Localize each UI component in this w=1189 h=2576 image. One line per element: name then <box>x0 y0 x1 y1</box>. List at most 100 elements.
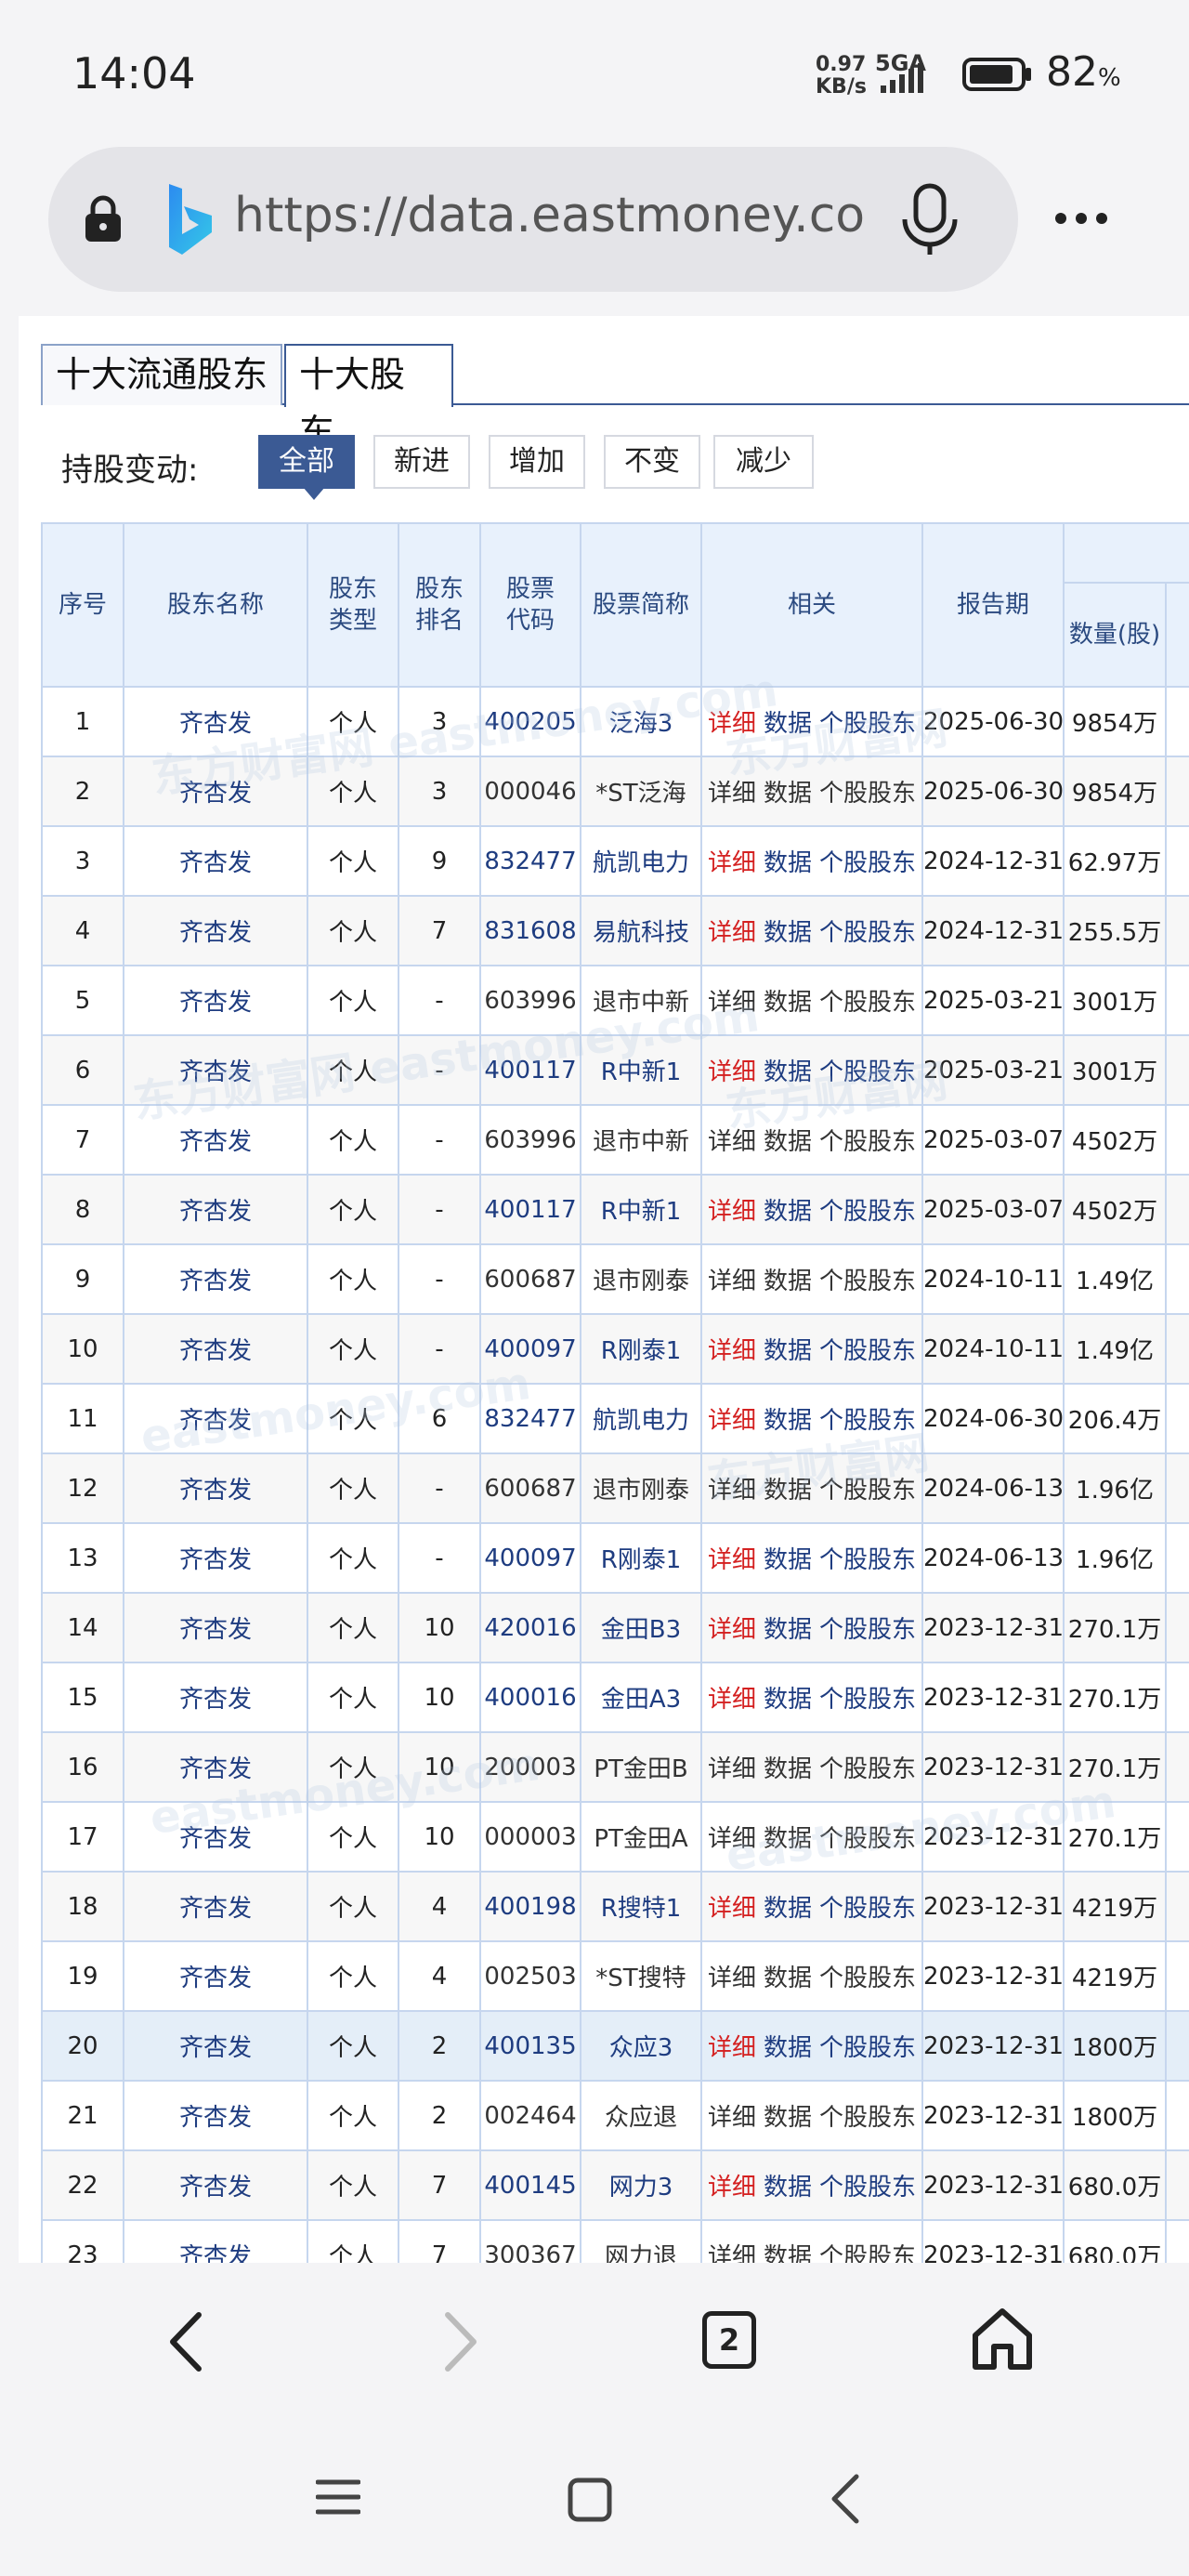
tab-top10-holders[interactable]: 十大股东 <box>284 344 453 453</box>
detail-link[interactable]: 详细 <box>708 1407 756 1435</box>
tab-switcher-button[interactable]: 2 <box>702 2311 756 2369</box>
cell-stock-code[interactable]: 603996 <box>479 965 581 1036</box>
cell-holder-name[interactable]: 齐杏发 <box>123 1034 308 1106</box>
stock-holders-link[interactable]: 个股股东 <box>819 710 916 738</box>
cell-stock-name[interactable]: 众应退 <box>580 2080 702 2151</box>
cell-stock-name[interactable]: 退市中新 <box>580 1104 702 1176</box>
stock-holders-link[interactable]: 个股股东 <box>819 1337 916 1365</box>
cell-stock-code[interactable]: 002503 <box>479 1940 581 2012</box>
cell-holder-name[interactable]: 齐杏发 <box>123 1174 308 1245</box>
data-link[interactable]: 数据 <box>764 1825 812 1853</box>
data-link[interactable]: 数据 <box>764 1407 812 1435</box>
cell-holder-name[interactable]: 齐杏发 <box>123 1383 308 1454</box>
cell-stock-code[interactable]: 400097 <box>479 1522 581 1594</box>
detail-link[interactable]: 详细 <box>708 710 756 738</box>
url-text[interactable]: https://data.eastmoney.co… <box>234 188 866 243</box>
address-bar[interactable]: https://data.eastmoney.co… <box>48 147 1018 292</box>
cell-stock-code[interactable]: 832477 <box>479 825 581 897</box>
cell-stock-name[interactable]: PT金田B <box>580 1731 702 1803</box>
stock-holders-link[interactable]: 个股股东 <box>819 1895 916 1923</box>
cell-stock-name[interactable]: 易航科技 <box>580 895 702 966</box>
cell-stock-code[interactable]: 400135 <box>479 2010 581 2082</box>
detail-link[interactable]: 详细 <box>708 1755 756 1783</box>
stock-holders-link[interactable]: 个股股东 <box>819 2174 916 2201</box>
cell-stock-name[interactable]: 航凯电力 <box>580 825 702 897</box>
cell-stock-name[interactable]: 退市刚泰 <box>580 1452 702 1524</box>
data-link[interactable]: 数据 <box>764 780 812 808</box>
data-link[interactable]: 数据 <box>764 2243 812 2263</box>
data-link[interactable]: 数据 <box>764 2104 812 2132</box>
detail-link[interactable]: 详细 <box>708 1686 756 1714</box>
detail-link[interactable]: 详细 <box>708 1198 756 1226</box>
detail-link[interactable]: 详细 <box>708 1058 756 1086</box>
cell-holder-name[interactable]: 齐杏发 <box>123 1731 308 1803</box>
stock-holders-link[interactable]: 个股股东 <box>819 1825 916 1853</box>
filter-decrease-button[interactable]: 减少 <box>713 435 814 489</box>
cell-holder-name[interactable]: 齐杏发 <box>123 895 308 966</box>
filter-all-button[interactable]: 全部 <box>258 435 355 500</box>
data-link[interactable]: 数据 <box>764 1965 812 1992</box>
stock-holders-link[interactable]: 个股股东 <box>819 1965 916 1992</box>
data-link[interactable]: 数据 <box>764 1755 812 1783</box>
stock-holders-link[interactable]: 个股股东 <box>819 1616 916 1644</box>
stock-holders-link[interactable]: 个股股东 <box>819 2034 916 2062</box>
cell-holder-name[interactable]: 齐杏发 <box>123 2149 308 2221</box>
cell-stock-code[interactable]: 400205 <box>479 686 581 757</box>
cell-holder-name[interactable]: 齐杏发 <box>123 1313 308 1385</box>
data-link[interactable]: 数据 <box>764 1337 812 1365</box>
cell-stock-code[interactable]: 400097 <box>479 1313 581 1385</box>
stock-holders-link[interactable]: 个股股东 <box>819 1268 916 1295</box>
cell-stock-name[interactable]: *ST泛海 <box>580 756 702 827</box>
cell-stock-code[interactable]: 832477 <box>479 1383 581 1454</box>
cell-stock-code[interactable]: 000046 <box>479 756 581 827</box>
cell-stock-name[interactable]: 众应3 <box>580 2010 702 2082</box>
microphone-icon[interactable] <box>897 182 962 256</box>
cell-stock-code[interactable]: 600687 <box>479 1243 581 1315</box>
cell-holder-name[interactable]: 齐杏发 <box>123 1801 308 1873</box>
detail-link[interactable]: 详细 <box>708 1128 756 1156</box>
cell-holder-name[interactable]: 齐杏发 <box>123 1452 308 1524</box>
data-link[interactable]: 数据 <box>764 849 812 877</box>
data-link[interactable]: 数据 <box>764 1198 812 1226</box>
cell-holder-name[interactable]: 齐杏发 <box>123 2080 308 2151</box>
stock-holders-link[interactable]: 个股股东 <box>819 1686 916 1714</box>
home-icon[interactable] <box>970 2306 1035 2372</box>
detail-link[interactable]: 详细 <box>708 1965 756 1992</box>
data-link[interactable]: 数据 <box>764 2034 812 2062</box>
filter-increase-button[interactable]: 增加 <box>489 435 585 489</box>
cell-stock-code[interactable]: 002464 <box>479 2080 581 2151</box>
detail-link[interactable]: 详细 <box>708 849 756 877</box>
cell-stock-code[interactable]: 400198 <box>479 1871 581 1942</box>
stock-holders-link[interactable]: 个股股东 <box>819 2243 916 2263</box>
filter-unchanged-button[interactable]: 不变 <box>604 435 700 489</box>
stock-holders-link[interactable]: 个股股东 <box>819 1407 916 1435</box>
cell-holder-name[interactable]: 齐杏发 <box>123 1592 308 1663</box>
cell-stock-name[interactable]: 金田A3 <box>580 1662 702 1733</box>
cell-stock-name[interactable]: 退市中新 <box>580 965 702 1036</box>
cell-stock-code[interactable]: 831608 <box>479 895 581 966</box>
cell-stock-name[interactable]: 网力退 <box>580 2219 702 2263</box>
cell-stock-name[interactable]: R刚泰1 <box>580 1313 702 1385</box>
cell-stock-name[interactable]: R中新1 <box>580 1034 702 1106</box>
detail-link[interactable]: 详细 <box>708 2034 756 2062</box>
detail-link[interactable]: 详细 <box>708 1616 756 1644</box>
stock-holders-link[interactable]: 个股股东 <box>819 849 916 877</box>
cell-holder-name[interactable]: 齐杏发 <box>123 2219 308 2263</box>
data-link[interactable]: 数据 <box>764 710 812 738</box>
cell-stock-code[interactable]: 000003 <box>479 1801 581 1873</box>
data-link[interactable]: 数据 <box>764 989 812 1017</box>
data-link[interactable]: 数据 <box>764 1268 812 1295</box>
data-link[interactable]: 数据 <box>764 1616 812 1644</box>
detail-link[interactable]: 详细 <box>708 2243 756 2263</box>
cell-holder-name[interactable]: 齐杏发 <box>123 1871 308 1942</box>
cell-stock-code[interactable]: 400117 <box>479 1034 581 1106</box>
recent-apps-icon[interactable] <box>316 2477 360 2517</box>
detail-link[interactable]: 详细 <box>708 1825 756 1853</box>
detail-link[interactable]: 详细 <box>708 919 756 947</box>
tab-top10-float-holders[interactable]: 十大流通股东 <box>41 344 282 405</box>
data-link[interactable]: 数据 <box>764 1128 812 1156</box>
cell-holder-name[interactable]: 齐杏发 <box>123 825 308 897</box>
data-link[interactable]: 数据 <box>764 1058 812 1086</box>
cell-stock-name[interactable]: 泛海3 <box>580 686 702 757</box>
system-back-icon[interactable] <box>829 2473 862 2525</box>
